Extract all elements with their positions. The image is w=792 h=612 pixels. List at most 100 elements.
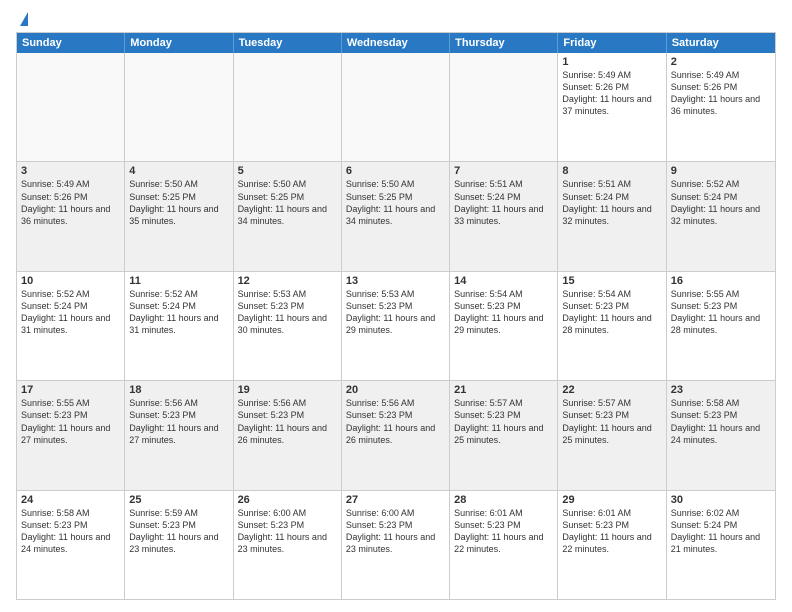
day-number: 30 — [671, 494, 771, 506]
day-number: 25 — [129, 494, 228, 506]
calendar: SundayMondayTuesdayWednesdayThursdayFrid… — [16, 32, 776, 600]
calendar-cell: 4Sunrise: 5:50 AM Sunset: 5:25 PM Daylig… — [125, 162, 233, 270]
day-number: 3 — [21, 165, 120, 177]
calendar-cell: 10Sunrise: 5:52 AM Sunset: 5:24 PM Dayli… — [17, 272, 125, 380]
day-info: Sunrise: 5:50 AM Sunset: 5:25 PM Dayligh… — [238, 178, 337, 227]
calendar-cell: 6Sunrise: 5:50 AM Sunset: 5:25 PM Daylig… — [342, 162, 450, 270]
day-of-week-header: Saturday — [667, 33, 775, 53]
day-number: 10 — [21, 275, 120, 287]
day-of-week-header: Friday — [558, 33, 666, 53]
day-info: Sunrise: 6:01 AM Sunset: 5:23 PM Dayligh… — [562, 507, 661, 556]
calendar-cell: 13Sunrise: 5:53 AM Sunset: 5:23 PM Dayli… — [342, 272, 450, 380]
day-info: Sunrise: 5:55 AM Sunset: 5:23 PM Dayligh… — [21, 397, 120, 446]
day-number: 9 — [671, 165, 771, 177]
day-number: 1 — [562, 56, 661, 68]
calendar-cell: 22Sunrise: 5:57 AM Sunset: 5:23 PM Dayli… — [558, 381, 666, 489]
day-number: 20 — [346, 384, 445, 396]
calendar-cell: 20Sunrise: 5:56 AM Sunset: 5:23 PM Dayli… — [342, 381, 450, 489]
calendar-body: 1Sunrise: 5:49 AM Sunset: 5:26 PM Daylig… — [17, 53, 775, 599]
day-info: Sunrise: 5:58 AM Sunset: 5:23 PM Dayligh… — [21, 507, 120, 556]
calendar-cell: 18Sunrise: 5:56 AM Sunset: 5:23 PM Dayli… — [125, 381, 233, 489]
day-info: Sunrise: 5:56 AM Sunset: 5:23 PM Dayligh… — [238, 397, 337, 446]
day-info: Sunrise: 5:59 AM Sunset: 5:23 PM Dayligh… — [129, 507, 228, 556]
calendar-cell: 16Sunrise: 5:55 AM Sunset: 5:23 PM Dayli… — [667, 272, 775, 380]
day-info: Sunrise: 5:52 AM Sunset: 5:24 PM Dayligh… — [129, 288, 228, 337]
logo — [16, 12, 28, 24]
day-info: Sunrise: 5:49 AM Sunset: 5:26 PM Dayligh… — [21, 178, 120, 227]
day-info: Sunrise: 5:50 AM Sunset: 5:25 PM Dayligh… — [129, 178, 228, 227]
day-info: Sunrise: 5:54 AM Sunset: 5:23 PM Dayligh… — [454, 288, 553, 337]
calendar-week: 17Sunrise: 5:55 AM Sunset: 5:23 PM Dayli… — [17, 381, 775, 490]
day-number: 4 — [129, 165, 228, 177]
day-number: 13 — [346, 275, 445, 287]
day-info: Sunrise: 5:49 AM Sunset: 5:26 PM Dayligh… — [562, 69, 661, 118]
day-info: Sunrise: 6:00 AM Sunset: 5:23 PM Dayligh… — [238, 507, 337, 556]
calendar-cell: 27Sunrise: 6:00 AM Sunset: 5:23 PM Dayli… — [342, 491, 450, 599]
calendar-cell: 30Sunrise: 6:02 AM Sunset: 5:24 PM Dayli… — [667, 491, 775, 599]
day-of-week-header: Tuesday — [234, 33, 342, 53]
day-info: Sunrise: 5:58 AM Sunset: 5:23 PM Dayligh… — [671, 397, 771, 446]
calendar-cell — [450, 53, 558, 161]
day-number: 29 — [562, 494, 661, 506]
day-number: 16 — [671, 275, 771, 287]
day-info: Sunrise: 5:53 AM Sunset: 5:23 PM Dayligh… — [346, 288, 445, 337]
calendar-cell: 2Sunrise: 5:49 AM Sunset: 5:26 PM Daylig… — [667, 53, 775, 161]
calendar-header: SundayMondayTuesdayWednesdayThursdayFrid… — [17, 33, 775, 53]
day-of-week-header: Monday — [125, 33, 233, 53]
day-info: Sunrise: 5:57 AM Sunset: 5:23 PM Dayligh… — [562, 397, 661, 446]
day-number: 19 — [238, 384, 337, 396]
logo-triangle-icon — [20, 12, 28, 26]
day-number: 26 — [238, 494, 337, 506]
day-info: Sunrise: 5:55 AM Sunset: 5:23 PM Dayligh… — [671, 288, 771, 337]
day-info: Sunrise: 6:01 AM Sunset: 5:23 PM Dayligh… — [454, 507, 553, 556]
day-number: 14 — [454, 275, 553, 287]
header — [16, 12, 776, 24]
day-number: 7 — [454, 165, 553, 177]
day-of-week-header: Wednesday — [342, 33, 450, 53]
calendar-cell: 19Sunrise: 5:56 AM Sunset: 5:23 PM Dayli… — [234, 381, 342, 489]
day-number: 8 — [562, 165, 661, 177]
day-info: Sunrise: 6:02 AM Sunset: 5:24 PM Dayligh… — [671, 507, 771, 556]
calendar-week: 1Sunrise: 5:49 AM Sunset: 5:26 PM Daylig… — [17, 53, 775, 162]
calendar-cell: 23Sunrise: 5:58 AM Sunset: 5:23 PM Dayli… — [667, 381, 775, 489]
calendar-cell: 11Sunrise: 5:52 AM Sunset: 5:24 PM Dayli… — [125, 272, 233, 380]
calendar-cell: 9Sunrise: 5:52 AM Sunset: 5:24 PM Daylig… — [667, 162, 775, 270]
calendar-cell: 14Sunrise: 5:54 AM Sunset: 5:23 PM Dayli… — [450, 272, 558, 380]
day-info: Sunrise: 5:49 AM Sunset: 5:26 PM Dayligh… — [671, 69, 771, 118]
day-number: 11 — [129, 275, 228, 287]
calendar-cell: 25Sunrise: 5:59 AM Sunset: 5:23 PM Dayli… — [125, 491, 233, 599]
day-number: 21 — [454, 384, 553, 396]
day-of-week-header: Sunday — [17, 33, 125, 53]
day-number: 5 — [238, 165, 337, 177]
day-info: Sunrise: 5:52 AM Sunset: 5:24 PM Dayligh… — [671, 178, 771, 227]
calendar-cell: 17Sunrise: 5:55 AM Sunset: 5:23 PM Dayli… — [17, 381, 125, 489]
day-number: 18 — [129, 384, 228, 396]
day-info: Sunrise: 5:52 AM Sunset: 5:24 PM Dayligh… — [21, 288, 120, 337]
day-number: 23 — [671, 384, 771, 396]
day-number: 22 — [562, 384, 661, 396]
calendar-cell: 21Sunrise: 5:57 AM Sunset: 5:23 PM Dayli… — [450, 381, 558, 489]
day-of-week-header: Thursday — [450, 33, 558, 53]
calendar-week: 24Sunrise: 5:58 AM Sunset: 5:23 PM Dayli… — [17, 491, 775, 599]
day-number: 27 — [346, 494, 445, 506]
day-info: Sunrise: 5:51 AM Sunset: 5:24 PM Dayligh… — [562, 178, 661, 227]
day-number: 2 — [671, 56, 771, 68]
day-info: Sunrise: 6:00 AM Sunset: 5:23 PM Dayligh… — [346, 507, 445, 556]
calendar-cell: 8Sunrise: 5:51 AM Sunset: 5:24 PM Daylig… — [558, 162, 666, 270]
calendar-week: 10Sunrise: 5:52 AM Sunset: 5:24 PM Dayli… — [17, 272, 775, 381]
day-info: Sunrise: 5:50 AM Sunset: 5:25 PM Dayligh… — [346, 178, 445, 227]
calendar-cell: 15Sunrise: 5:54 AM Sunset: 5:23 PM Dayli… — [558, 272, 666, 380]
calendar-cell: 29Sunrise: 6:01 AM Sunset: 5:23 PM Dayli… — [558, 491, 666, 599]
calendar-cell: 7Sunrise: 5:51 AM Sunset: 5:24 PM Daylig… — [450, 162, 558, 270]
calendar-cell: 28Sunrise: 6:01 AM Sunset: 5:23 PM Dayli… — [450, 491, 558, 599]
calendar-cell — [125, 53, 233, 161]
calendar-cell — [342, 53, 450, 161]
day-info: Sunrise: 5:54 AM Sunset: 5:23 PM Dayligh… — [562, 288, 661, 337]
day-number: 24 — [21, 494, 120, 506]
calendar-cell: 5Sunrise: 5:50 AM Sunset: 5:25 PM Daylig… — [234, 162, 342, 270]
day-info: Sunrise: 5:56 AM Sunset: 5:23 PM Dayligh… — [129, 397, 228, 446]
day-info: Sunrise: 5:57 AM Sunset: 5:23 PM Dayligh… — [454, 397, 553, 446]
day-info: Sunrise: 5:53 AM Sunset: 5:23 PM Dayligh… — [238, 288, 337, 337]
day-info: Sunrise: 5:51 AM Sunset: 5:24 PM Dayligh… — [454, 178, 553, 227]
calendar-cell — [17, 53, 125, 161]
